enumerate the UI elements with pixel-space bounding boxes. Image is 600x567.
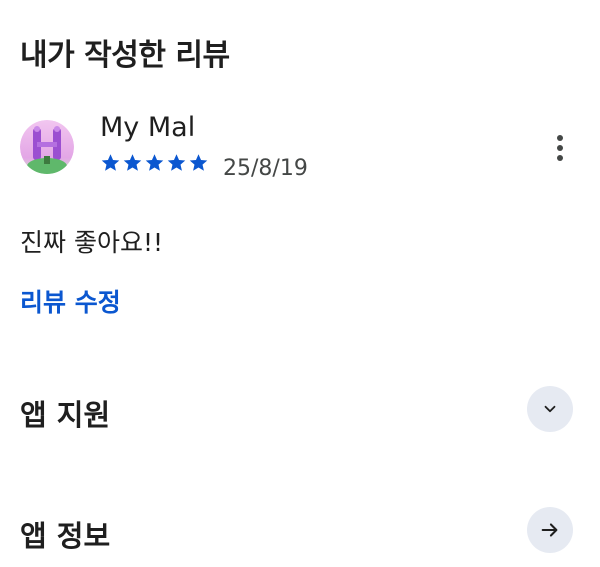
review-date: 25/8/19 bbox=[223, 156, 308, 181]
expand-button[interactable] bbox=[527, 386, 573, 432]
chevron-down-icon bbox=[544, 405, 556, 413]
reviewer-name: My Mal bbox=[100, 112, 196, 143]
app-support-title: 앱 지원 bbox=[20, 398, 111, 432]
star-icon bbox=[123, 154, 142, 171]
section-title-my-review: 내가 작성한 리뷰 bbox=[20, 38, 230, 73]
page: 내가 작성한 리뷰 My Mal 25/8/19 진짜 좋아요!! 리뷰 수정 … bbox=[0, 0, 600, 567]
star-icon bbox=[167, 154, 186, 171]
navigate-button[interactable] bbox=[527, 507, 573, 553]
avatar bbox=[20, 120, 74, 174]
review-header: My Mal 25/8/19 bbox=[20, 112, 580, 188]
app-support-row[interactable]: 앱 지원 bbox=[0, 382, 600, 442]
review-text: 진짜 좋아요!! bbox=[20, 228, 163, 257]
arrow-right-icon bbox=[541, 523, 558, 537]
more-vert-icon bbox=[557, 135, 563, 161]
edit-review-link[interactable]: 리뷰 수정 bbox=[20, 283, 121, 319]
star-icon bbox=[189, 154, 208, 171]
app-info-title: 앱 정보 bbox=[20, 519, 111, 553]
more-options-button[interactable] bbox=[548, 128, 572, 168]
star-rating bbox=[100, 152, 209, 173]
app-info-row[interactable]: 앱 정보 bbox=[0, 503, 600, 563]
star-icon bbox=[145, 154, 164, 171]
star-icon bbox=[101, 154, 120, 171]
